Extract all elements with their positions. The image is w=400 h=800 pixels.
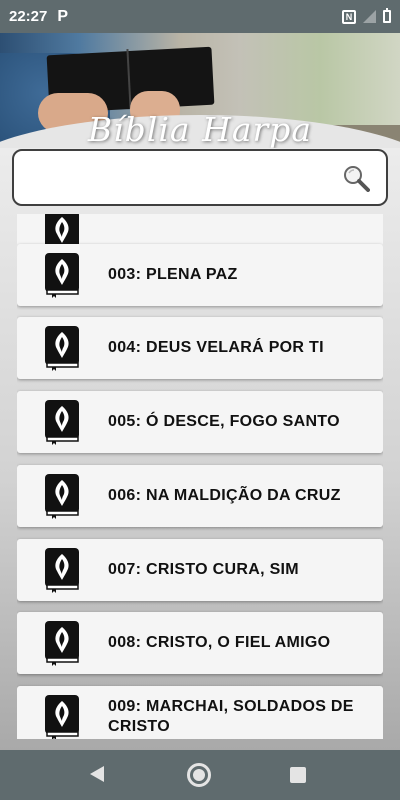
hymn-title: 005: Ó DESCE, FOGO SANTO	[108, 413, 340, 430]
hymn-list-item[interactable]: 003: PLENA PAZ	[17, 244, 383, 306]
hymn-title: 009: MARCHAI, SOLDADOS DE CRISTO	[108, 698, 354, 735]
bible-flame-icon	[44, 547, 80, 593]
hymn-list-item[interactable]: 009: MARCHAI, SOLDADOS DE CRISTO	[17, 686, 383, 739]
search-icon[interactable]	[342, 164, 370, 192]
bible-flame-icon-graphic	[45, 400, 79, 445]
status-bar: 22:27 P N	[0, 0, 400, 33]
bible-flame-icon-graphic	[45, 326, 79, 371]
nfc-icon: N	[342, 9, 356, 24]
bible-flame-icon-graphic	[45, 548, 79, 593]
search-input[interactable]	[26, 163, 326, 193]
hymn-title: 006: NA MALDIÇÃO DA CRUZ	[108, 487, 341, 504]
battery-icon	[383, 8, 391, 23]
back-icon[interactable]	[90, 766, 104, 782]
bible-flame-icon	[44, 399, 80, 445]
bible-flame-icon-graphic	[45, 253, 79, 298]
recent-apps-icon[interactable]	[290, 767, 306, 783]
header-banner: Bíblia Harpa	[0, 33, 400, 148]
status-time: 22:27	[9, 8, 48, 25]
hymn-title: 007: CRISTO CURA, SIM	[108, 561, 299, 578]
hymn-list-item[interactable]: 005: Ó DESCE, FOGO SANTO	[17, 391, 383, 453]
app-notification-icon: P	[57, 7, 69, 25]
hymn-list-item[interactable]: 007: CRISTO CURA, SIM	[17, 539, 383, 601]
navigation-bar	[0, 750, 400, 800]
hymn-title: 003: PLENA PAZ	[108, 266, 238, 283]
hymn-title: 008: CRISTO, O FIEL AMIGO	[108, 634, 331, 651]
hymn-title: 004: DEUS VELARÁ POR TI	[108, 339, 324, 356]
home-icon[interactable]	[187, 763, 211, 787]
signal-icon	[363, 10, 376, 23]
hymn-list-item[interactable]: 008: CRISTO, O FIEL AMIGO	[17, 612, 383, 674]
app-title: Bíblia Harpa	[87, 110, 313, 148]
bible-flame-icon-graphic	[45, 474, 79, 519]
status-icons: N	[342, 8, 391, 24]
hymn-list-item[interactable]: 006: NA MALDIÇÃO DA CRUZ	[17, 465, 383, 527]
hymn-list-item[interactable]: 004: DEUS VELARÁ POR TI	[17, 317, 383, 379]
main-content: 003: PLENA PAZ 004: DEUS VELARÁ POR TI 005…	[0, 148, 400, 750]
bible-flame-icon	[44, 325, 80, 371]
bible-flame-icon	[44, 473, 80, 519]
bible-flame-icon	[44, 620, 80, 666]
bible-flame-icon-graphic	[45, 695, 79, 739]
bible-flame-icon-graphic	[45, 621, 79, 666]
bible-flame-icon	[44, 252, 80, 298]
bible-flame-icon	[44, 694, 80, 739]
hymn-list[interactable]: 003: PLENA PAZ 004: DEUS VELARÁ POR TI 005…	[17, 214, 383, 739]
search-box[interactable]	[12, 149, 388, 206]
